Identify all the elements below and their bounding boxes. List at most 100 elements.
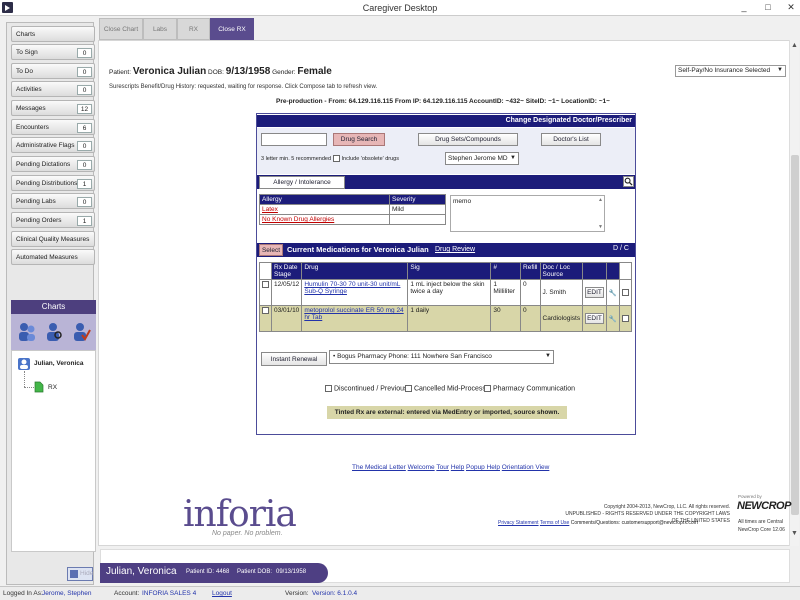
count-badge: 0 (77, 197, 92, 207)
scroll-down-arrow[interactable]: ▼ (791, 530, 798, 537)
nav-automated-measures[interactable]: Automated Measures (11, 249, 95, 265)
patient-search-icon[interactable] (44, 321, 64, 343)
patient-checklist-icon[interactable] (71, 321, 91, 343)
insurance-select[interactable]: Self-Pay/No Insurance Selected ▼ (675, 65, 786, 77)
drug-search-button[interactable]: Drug Search (333, 133, 385, 146)
tab-close-rx[interactable]: Close RX (210, 18, 254, 40)
nav-pending-labs[interactable]: Pending Labs 0 (11, 193, 95, 209)
filter-discontinued[interactable]: Discontinued / Previous (325, 385, 408, 392)
chart-tree: Julian, Veronica RX (11, 350, 96, 552)
terms-of-use-link[interactable]: Terms of Use (540, 520, 569, 526)
tab-allergy-intolerance[interactable]: Allergy / Intolerance (259, 176, 345, 189)
drug-search-input[interactable] (261, 133, 327, 146)
allergy-link[interactable]: Latex (262, 206, 278, 213)
allergy-link[interactable]: No Known Drug Allergies (262, 216, 334, 223)
logout-link[interactable]: Logout (212, 590, 232, 597)
tree-rx-item[interactable]: RX (48, 384, 57, 391)
search-icon[interactable] (623, 176, 634, 187)
table-row: 03/01/10 metoprolol succinate ER 50 mg 2… (259, 305, 633, 332)
nav-pending-orders[interactable]: Pending Orders 1 (11, 212, 95, 228)
nav-pending-dictations[interactable]: Pending Dictations 0 (11, 156, 95, 172)
account-label: Account: (114, 590, 140, 597)
patient-dob: 9/13/1958 (225, 66, 271, 77)
charts-toolbar (11, 314, 96, 350)
wrench-icon[interactable]: 🔧 (605, 305, 620, 332)
memo-text: memo (453, 198, 472, 205)
close-window-button[interactable]: ✕ (783, 1, 799, 14)
scroll-up-arrow[interactable]: ▲ (791, 42, 798, 49)
minimize-button[interactable]: _ (736, 1, 752, 14)
patients-icon[interactable] (17, 321, 37, 343)
scroll-thumb[interactable] (791, 155, 799, 515)
insurance-selected-value: Self-Pay/No Insurance Selected (678, 67, 771, 74)
nav-to-do[interactable]: To Do 0 (11, 63, 95, 79)
discontinue-link[interactable]: D / C (613, 245, 629, 252)
tree-patient-name[interactable]: Julian, Veronica (34, 360, 84, 367)
tab-rx[interactable]: RX (177, 18, 210, 40)
logged-in-label: Logged In As: (3, 590, 43, 597)
include-obsolete-checkbox[interactable]: Include 'obsolete' drugs (333, 155, 399, 162)
nav-administrative-flags[interactable]: Administrative Flags 0 (11, 137, 95, 153)
wrench-icon[interactable]: 🔧 (605, 279, 620, 306)
window-titlebar: Caregiver Desktop _ □ ✕ (0, 0, 800, 16)
nav-activities[interactable]: Activities 0 (11, 81, 95, 97)
checkbox-icon[interactable] (484, 385, 491, 392)
change-doctor-bar[interactable]: Change Designated Doctor/Prescriber (257, 115, 635, 127)
status-bar: Logged In As: Jerome, Stephen Account: I… (0, 586, 800, 600)
medical-letter-link[interactable]: The Medical Letter (352, 464, 406, 471)
row-checkbox[interactable] (262, 281, 269, 288)
pharmacy-select[interactable]: • Bogus Pharmacy Phone: 111 Nowhere San … (329, 350, 554, 364)
drug-sets-button[interactable]: Drug Sets/Compounds (418, 133, 518, 146)
patient-pill[interactable]: Julian, Veronica Patient ID: 4468 Patien… (100, 563, 328, 583)
med-col-drug: Drug (301, 262, 409, 280)
filter-label: Discontinued / Previous (333, 385, 408, 393)
filter-cancelled[interactable]: Cancelled Mid-Process (405, 385, 486, 392)
edit-button[interactable]: EDIT (585, 313, 604, 324)
prescriber-select[interactable]: Stephen Jerome MD ▼ (445, 152, 519, 165)
filter-pharmacy-comm[interactable]: Pharmacy Communication (484, 385, 575, 392)
instant-renewal-button[interactable]: Instant Renewal (261, 352, 327, 366)
edit-button[interactable]: EDIT (585, 287, 604, 298)
nav-charts[interactable]: Charts (11, 26, 95, 42)
popup-help-link[interactable]: Popup Help (466, 464, 500, 471)
drug-review-link[interactable]: Drug Review (435, 246, 475, 253)
nav-encounters[interactable]: Encounters 6 (11, 119, 95, 135)
help-link[interactable]: Help (451, 464, 464, 471)
tour-link[interactable]: Tour (436, 464, 449, 471)
rx-panel: Change Designated Doctor/Prescriber Drug… (256, 113, 636, 435)
scroll-down-arrow[interactable]: ▼ (598, 224, 603, 230)
include-obsolete-label: Include 'obsolete' drugs (341, 155, 399, 162)
checkbox-icon[interactable] (333, 155, 340, 162)
scroll-up-arrow[interactable]: ▲ (598, 197, 603, 203)
tab-labs[interactable]: Labs (143, 18, 177, 40)
vertical-scrollbar[interactable]: ▲ ▼ (789, 40, 799, 546)
med-sig: 1 daily (407, 305, 492, 332)
restore-button[interactable]: □ (760, 1, 776, 14)
dob-label: DOB: (208, 69, 224, 76)
doctors-list-button[interactable]: Doctor's List (541, 133, 601, 146)
orientation-view-link[interactable]: Orientation View (502, 464, 550, 471)
hide-sidebar-button[interactable]: Hide (67, 567, 93, 581)
comments-text: Comments/Questions: customersupport@newc… (570, 520, 698, 526)
nav-messages[interactable]: Messages 12 (11, 100, 95, 116)
nav-label: Pending Orders (16, 217, 62, 224)
nav-clinical-quality-measures[interactable]: Clinical Quality Measures (11, 231, 95, 247)
checkbox-icon[interactable] (405, 385, 412, 392)
medications-table: Rx Date Stage Drug Sig # Refill Doc / Lo… (259, 262, 633, 332)
privacy-statement-link[interactable]: Privacy Statement (498, 520, 539, 526)
tab-close-chart[interactable]: Close Chart (99, 18, 143, 40)
dc-checkbox[interactable] (621, 314, 629, 322)
row-checkbox[interactable] (262, 307, 269, 314)
memo-textarea[interactable]: memo ▲ ▼ (450, 195, 605, 232)
nav-to-sign[interactable]: To Sign 0 (11, 44, 95, 60)
med-drug-link[interactable]: Humulin 70-30 70 unit-30 unit/mL Sub-Q S… (304, 281, 400, 295)
dc-checkbox[interactable] (621, 288, 629, 296)
med-drug-link[interactable]: metoprolol succinate ER 50 mg 24 hr Tab (304, 307, 403, 321)
checkbox-icon[interactable] (325, 385, 332, 392)
nav-pending-distributions[interactable]: Pending Distributions 1 (11, 175, 95, 191)
nav-label: Clinical Quality Measures (16, 236, 90, 243)
hide-label: Hide (80, 570, 94, 577)
nav-label: To Do (16, 68, 33, 75)
welcome-link[interactable]: Welcome (408, 464, 435, 471)
select-button[interactable]: Select (259, 244, 283, 256)
